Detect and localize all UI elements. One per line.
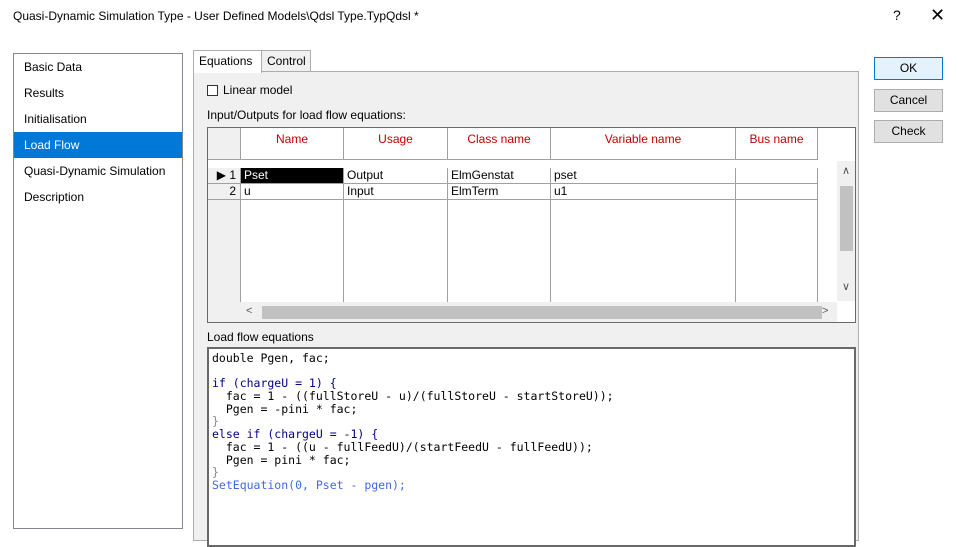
column-header-variable-name[interactable]: Variable name [551, 128, 736, 160]
empty-column [241, 200, 344, 302]
load-flow-equations-label: Load flow equations [207, 330, 314, 344]
sidebar-item-basic-data[interactable]: Basic Data [14, 54, 182, 80]
table-cell-variable-name[interactable]: pset [551, 168, 736, 184]
checkbox-box[interactable] [207, 84, 218, 96]
row-header-2[interactable]: 2 [208, 184, 241, 200]
sidebar-item-results[interactable]: Results [14, 80, 182, 106]
sidebar: Basic Data Results Initialisation Load F… [13, 53, 183, 529]
current-row-marker-icon: ▶ [216, 168, 226, 182]
table-corner [208, 128, 241, 160]
column-header-name[interactable]: Name [241, 128, 344, 160]
code-line: } [212, 465, 219, 480]
sidebar-item-quasi-dynamic-simulation[interactable]: Quasi-Dynamic Simulation [14, 158, 182, 184]
table-cell-usage[interactable]: Output [344, 168, 448, 184]
code-line: fac = 1 - ((u - fullFeedU)/(startFeedU -… [212, 439, 593, 454]
code-line: fac = 1 - ((fullStoreU - u)/(fullStoreU … [212, 389, 614, 404]
io-table: Name Usage Class name Variable name Bus … [207, 127, 856, 323]
scroll-right-arrow-icon[interactable]: > [822, 305, 828, 317]
scroll-down-arrow-icon[interactable]: ∨ [842, 280, 850, 293]
table-cell-bus-name[interactable] [736, 168, 818, 184]
column-header-bus-name[interactable]: Bus name [736, 128, 818, 160]
empty-column [448, 200, 551, 302]
code-line: Pgen = pini * fac; [212, 452, 351, 467]
code-line: Pgen = -pini * fac; [212, 401, 358, 416]
row-index: 2 [229, 184, 236, 198]
code-line: else if (chargeU = -1) { [212, 427, 379, 442]
empty-column [551, 200, 736, 302]
close-button[interactable]: ✕ [930, 5, 945, 26]
empty-column [736, 200, 818, 302]
io-table-label: Input/Outputs for load flow equations: [207, 108, 406, 122]
tab-control[interactable]: Control [261, 50, 311, 72]
check-button[interactable]: Check [874, 120, 943, 143]
linear-model-checkbox[interactable]: Linear model [207, 83, 292, 97]
linear-model-label: Linear model [223, 83, 293, 97]
window-title: Quasi-Dynamic Simulation Type - User Def… [13, 9, 419, 23]
tab-equations[interactable]: Equations [193, 50, 262, 73]
row-header-area [208, 200, 241, 302]
vertical-scroll-thumb[interactable] [840, 186, 853, 251]
sidebar-item-description[interactable]: Description [14, 184, 182, 210]
table-cell-name[interactable]: u [241, 184, 344, 200]
cancel-button[interactable]: Cancel [874, 89, 943, 112]
row-index: 1 [229, 168, 236, 182]
code-line: SetEquation(0, Pset - pgen); [212, 477, 406, 492]
horizontal-scrollbar[interactable]: < > [208, 302, 837, 322]
table-cell-class-name[interactable]: ElmGenstat [448, 168, 551, 184]
empty-column [344, 200, 448, 302]
horizontal-scroll-thumb[interactable] [262, 306, 822, 319]
code-line: double Pgen, fac; [212, 351, 330, 365]
column-header-usage[interactable]: Usage [344, 128, 448, 160]
equations-panel: Linear model Input/Outputs for load flow… [193, 71, 859, 547]
column-header-class-name[interactable]: Class name [448, 128, 551, 160]
row-header-1[interactable]: ▶ 1 [208, 168, 241, 184]
scroll-left-arrow-icon[interactable]: < [246, 305, 252, 317]
title-bar: Quasi-Dynamic Simulation Type - User Def… [0, 0, 958, 40]
help-button[interactable]: ? [893, 7, 901, 23]
scroll-up-arrow-icon[interactable]: ∧ [842, 164, 850, 177]
vertical-scrollbar[interactable]: ∧ ∨ [837, 161, 855, 301]
table-cell-class-name[interactable]: ElmTerm [448, 184, 551, 200]
sidebar-item-load-flow[interactable]: Load Flow [14, 132, 182, 158]
table-cell-variable-name[interactable]: u1 [551, 184, 736, 200]
table-cell-name[interactable]: Pset [241, 168, 344, 184]
equations-editor[interactable]: double Pgen, fac; if (chargeU = 1) { fac… [207, 347, 856, 547]
table-cell-usage[interactable]: Input [344, 184, 448, 200]
sidebar-item-initialisation[interactable]: Initialisation [14, 106, 182, 132]
ok-button[interactable]: OK [874, 57, 943, 80]
table-cell-bus-name[interactable] [736, 184, 818, 200]
